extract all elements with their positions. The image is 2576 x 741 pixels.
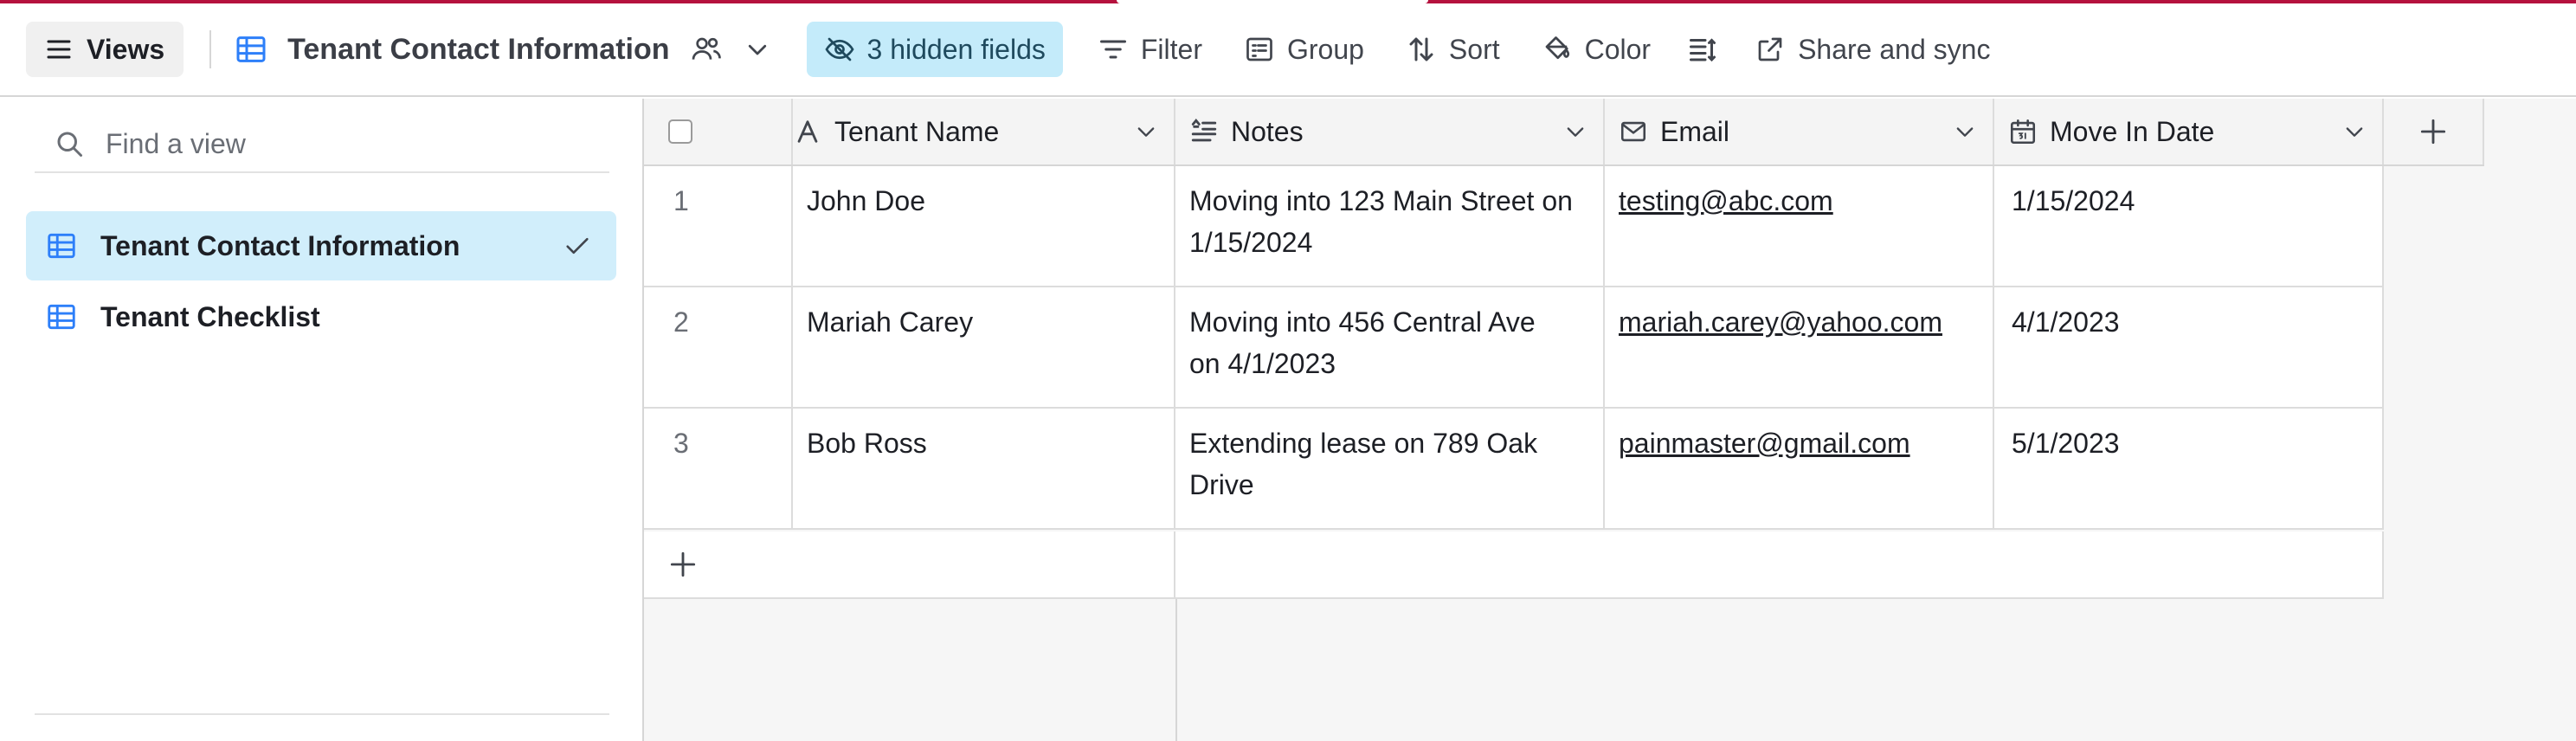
sidebar-divider: [35, 713, 609, 715]
calendar-icon: [2010, 119, 2036, 145]
table-row[interactable]: 1 John Doe Moving into 123 Main Street o…: [644, 166, 2384, 287]
move-in-date-cell[interactable]: 5/1/2023: [1994, 409, 2384, 528]
grid-header-row: Tenant Name Notes Email Move In Date: [644, 99, 2484, 166]
column-header-label: Notes: [1231, 115, 1304, 147]
sidebar-view-tenant-contact-information[interactable]: Tenant Contact Information: [26, 211, 616, 280]
paint-bucket-icon: [1545, 36, 1569, 60]
notes-cell[interactable]: Moving into 123 Main Street on 1/15/2024: [1175, 166, 1605, 286]
email-link[interactable]: painmaster@gmail.com: [1619, 428, 1910, 459]
notes-line: 1/15/2024: [1189, 227, 1313, 258]
notes-line: Moving into 456 Central Ave: [1189, 306, 1536, 338]
views-button-label: Views: [87, 33, 165, 65]
find-view-search: [35, 116, 609, 173]
add-record-row-filler: [1175, 532, 2384, 597]
find-view-input[interactable]: [106, 127, 590, 160]
notes-cell[interactable]: Moving into 456 Central Ave on 4/1/2023: [1175, 287, 1605, 407]
email-cell[interactable]: painmaster@gmail.com: [1605, 409, 1994, 528]
chevron-down-icon[interactable]: [2342, 119, 2367, 144]
chevron-down-icon[interactable]: [1134, 119, 1158, 144]
email-icon: [1620, 121, 1646, 142]
row-number: 2: [644, 287, 793, 407]
group-icon: [1246, 37, 1272, 61]
sidebar-view-label: Tenant Contact Information: [100, 229, 460, 261]
notes-line: Drive: [1189, 469, 1254, 500]
filter-icon: [1099, 40, 1126, 59]
move-in-date-cell[interactable]: 1/15/2024: [1994, 166, 2384, 286]
sort-label: Sort: [1448, 33, 1500, 65]
add-record-button[interactable]: [644, 532, 1175, 597]
table-row[interactable]: 3 Bob Ross Extending lease on 789 Oak Dr…: [644, 409, 2384, 530]
color-button[interactable]: Color: [1521, 22, 1671, 77]
eye-slash-icon: [824, 37, 854, 61]
search-icon: [57, 132, 82, 157]
grid-view-icon: [48, 233, 75, 259]
table-row[interactable]: 2 Mariah Carey Moving into 456 Central A…: [644, 287, 2384, 409]
hidden-fields-button[interactable]: 3 hidden fields: [806, 22, 1063, 77]
chevron-down-icon[interactable]: [1953, 119, 1977, 144]
hamburger-menu-icon: [47, 40, 71, 59]
hidden-fields-label: 3 hidden fields: [866, 33, 1046, 65]
column-header-tenant-name[interactable]: Tenant Name: [793, 99, 1175, 164]
row-number: 1: [644, 166, 793, 286]
share-and-sync-label: Share and sync: [1798, 33, 1991, 65]
add-field-button[interactable]: [2384, 99, 2484, 164]
current-view-name: Tenant Contact Information: [287, 32, 670, 66]
email-link[interactable]: testing@abc.com: [1619, 185, 1833, 216]
views-button[interactable]: Views: [26, 22, 184, 77]
frozen-column-divider: [1175, 599, 1177, 741]
group-button[interactable]: Group: [1223, 22, 1385, 77]
tenant-name-cell[interactable]: Bob Ross: [793, 409, 1175, 528]
row-number: 3: [644, 409, 793, 528]
share-and-sync-button[interactable]: Share and sync: [1734, 22, 2011, 77]
row-height-button[interactable]: [1671, 22, 1734, 77]
sort-icon: [1409, 37, 1433, 61]
chevron-down-icon[interactable]: [1563, 119, 1587, 144]
collaborators-icon[interactable]: [689, 32, 724, 67]
current-view-title[interactable]: Tenant Contact Information: [234, 22, 780, 77]
tenant-name-cell[interactable]: Mariah Carey: [793, 287, 1175, 407]
email-cell[interactable]: mariah.carey@yahoo.com: [1605, 287, 1994, 407]
email-cell[interactable]: testing@abc.com: [1605, 166, 1994, 286]
column-header-label: Tenant Name: [834, 115, 1000, 147]
move-in-date-cell[interactable]: 4/1/2023: [1994, 287, 2384, 407]
column-header-notes[interactable]: Notes: [1175, 99, 1605, 164]
sidebar-view-label: Tenant Checklist: [100, 300, 320, 332]
select-all-checkbox[interactable]: [668, 119, 692, 144]
row-height-icon: [1690, 38, 1716, 62]
views-sidebar: Tenant Contact Information Tenant Checkl…: [0, 99, 644, 741]
add-record-row[interactable]: [644, 532, 2384, 599]
grid-view-icon: [236, 36, 266, 62]
long-text-icon: [1191, 119, 1217, 142]
notes-line: Moving into 123 Main Street on: [1189, 185, 1573, 216]
notes-line: on 4/1/2023: [1189, 348, 1336, 379]
column-header-move-in-date[interactable]: Move In Date: [1994, 99, 2384, 164]
external-link-icon: [1758, 37, 1782, 61]
notes-line: Extending lease on 789 Oak: [1189, 428, 1538, 459]
checkmark-icon: [566, 237, 589, 255]
sidebar-view-tenant-checklist[interactable]: Tenant Checklist: [26, 282, 616, 351]
column-header-label: Email: [1660, 115, 1730, 147]
view-toolbar: Views Tenant Contact Information 3 hidde…: [0, 3, 2576, 97]
email-link[interactable]: mariah.carey@yahoo.com: [1619, 306, 1942, 338]
filter-label: Filter: [1140, 33, 1202, 65]
color-label: Color: [1584, 33, 1652, 65]
toolbar-divider: [209, 30, 212, 68]
tenant-name-cell[interactable]: John Doe: [793, 166, 1175, 286]
chevron-down-icon[interactable]: [744, 36, 770, 62]
select-all-cell: [644, 99, 793, 164]
records-grid: Tenant Name Notes Email Move In Date 1 J…: [644, 99, 2576, 741]
column-header-email[interactable]: Email: [1605, 99, 1994, 164]
group-label: Group: [1286, 33, 1364, 65]
grid-view-icon: [48, 304, 75, 330]
text-field-icon: [797, 120, 818, 143]
plus-icon: [2420, 119, 2446, 145]
column-header-label: Move In Date: [2050, 115, 2215, 147]
sort-button[interactable]: Sort: [1385, 22, 1521, 77]
plus-icon: [670, 551, 696, 577]
filter-button[interactable]: Filter: [1077, 22, 1223, 77]
notes-cell[interactable]: Extending lease on 789 Oak Drive: [1175, 409, 1605, 528]
